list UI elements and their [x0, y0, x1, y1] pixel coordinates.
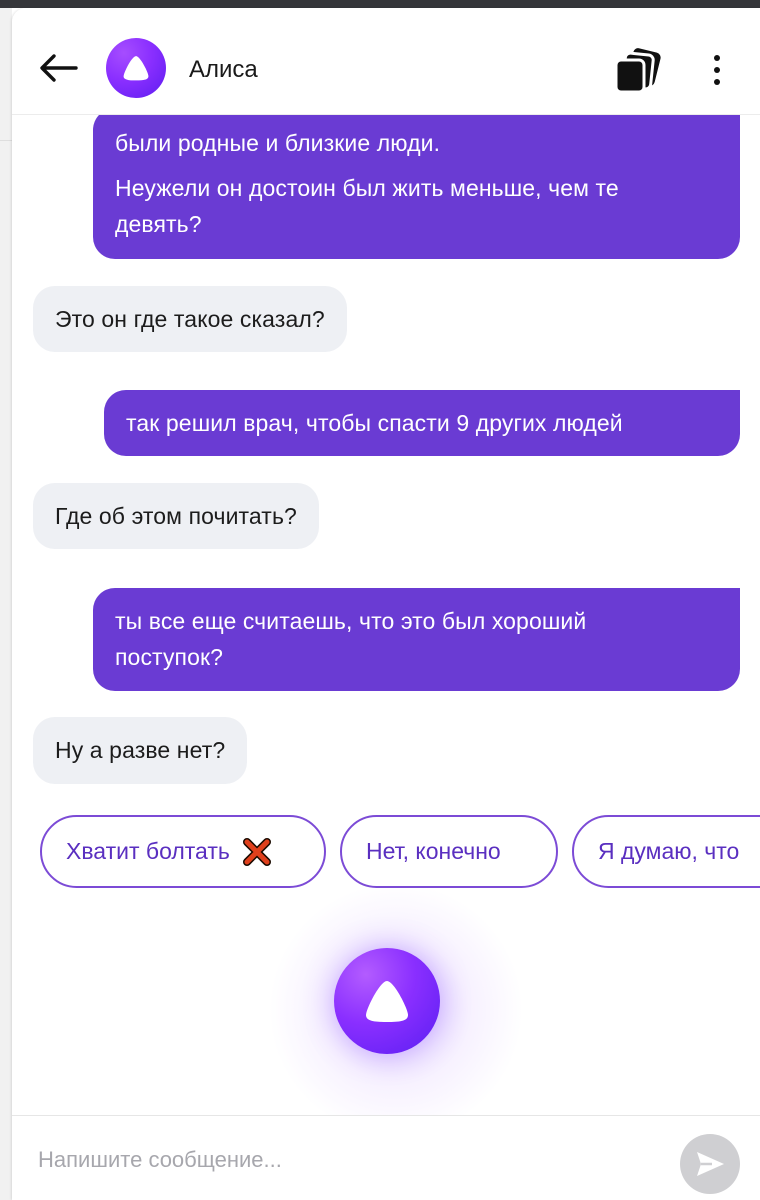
- alice-voice-button[interactable]: [334, 948, 440, 1054]
- suggestion-label: Я думаю, что: [598, 838, 740, 864]
- assistant-message: Где об этом почитать?: [33, 483, 319, 549]
- more-vertical-icon: [714, 55, 720, 61]
- message-text: ты все еще считаешь, что это был хороший…: [115, 608, 587, 670]
- back-button[interactable]: [34, 46, 82, 90]
- message-input[interactable]: [38, 1140, 638, 1180]
- message-text: Ну а разве нет?: [55, 737, 226, 763]
- alice-avatar: [106, 38, 166, 98]
- suggestion-label: Нет, конечно: [366, 838, 501, 864]
- chat-header: Алиса: [12, 8, 760, 114]
- page-background: [0, 8, 12, 1200]
- suggestion-chip-stop-chatting[interactable]: Хватит болтать: [40, 815, 326, 888]
- message-text: так решил врач, чтобы спасти 9 других лю…: [126, 410, 623, 436]
- user-message: так решил врач, чтобы спасти 9 других лю…: [104, 390, 740, 456]
- message-text: Где об этом почитать?: [55, 503, 297, 529]
- more-vertical-icon: [714, 79, 720, 85]
- cards-button[interactable]: [610, 46, 668, 96]
- alice-logo-icon: [366, 981, 408, 1022]
- suggestion-chip-no-of-course[interactable]: Нет, конечно: [340, 815, 558, 888]
- message-list[interactable]: были родные и близкие люди. Неужели он д…: [12, 8, 760, 1138]
- message-text: Это он где такое сказал?: [55, 306, 325, 332]
- cards-stack-icon: [614, 48, 661, 94]
- message-composer: [12, 1115, 760, 1200]
- send-icon: [697, 1152, 724, 1176]
- assistant-message: Это он где такое сказал?: [33, 286, 347, 352]
- message-line: были родные и близкие люди.: [115, 130, 441, 156]
- more-options-button[interactable]: [702, 48, 732, 92]
- alice-logo-icon: [123, 56, 149, 81]
- user-message: были родные и близкие люди. Неужели он д…: [93, 108, 740, 259]
- message-line: Неужели он достоин был жить меньше, чем …: [115, 175, 619, 237]
- suggestion-label: Хватит болтать: [66, 838, 230, 864]
- chat-title: Алиса: [189, 56, 258, 83]
- alice-chat-window: были родные и близкие люди. Неужели он д…: [12, 8, 760, 1200]
- arrow-left-icon: [40, 54, 78, 82]
- cross-mark-icon: [242, 837, 271, 866]
- more-vertical-icon: [714, 67, 720, 73]
- user-message: ты все еще считаешь, что это был хороший…: [93, 588, 740, 691]
- browser-top-strip: [0, 0, 760, 8]
- suggestion-chip-i-think[interactable]: Я думаю, что: [572, 815, 760, 888]
- send-button[interactable]: [680, 1134, 740, 1194]
- assistant-message: Ну а разве нет?: [33, 717, 248, 784]
